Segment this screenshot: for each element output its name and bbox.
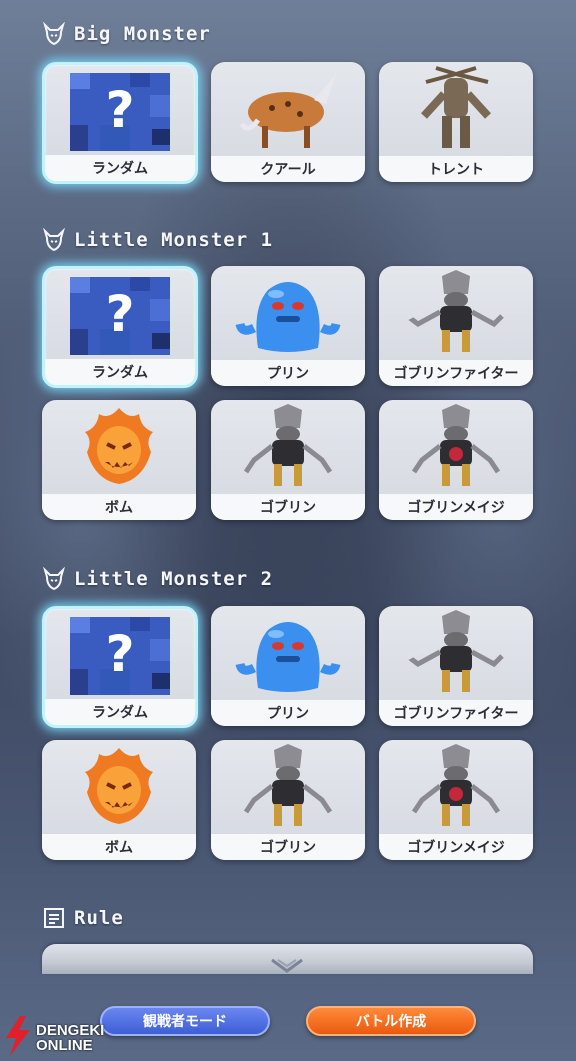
monster-card-flan[interactable]: プリン [211,606,365,726]
rule-list-icon [42,906,66,930]
monster-card-label: ゴブリンファイター [379,700,533,726]
bomb-icon [42,400,196,494]
monster-card-coeurl[interactable]: クアール [211,62,365,182]
section-title: Little Monster 2 [74,568,274,590]
section-title: Big Monster [74,23,211,45]
goblin-fighter-icon [379,606,533,700]
monster-emblem-icon [42,567,66,591]
lightning-logo-icon [2,1016,32,1060]
monster-card-treant[interactable]: トレント [379,62,533,182]
monster-card-goblin-fighter[interactable]: ゴブリンファイター [379,606,533,726]
treant-icon [379,62,533,156]
watermark-line-1: DENGEKI [36,1022,105,1039]
little-monster-2-header: Little Monster 2 [42,567,273,591]
monster-card-label: クアール [211,156,365,182]
random-question-icon: ? [45,609,195,699]
monster-card-label: ゴブリン [211,494,365,520]
goblin-mage-icon [379,740,533,834]
big-monster-header: Big Monster [42,22,211,46]
monster-card-goblin-fighter[interactable]: ゴブリンファイター [379,266,533,386]
monster-card-random[interactable]: ? ランダム [42,606,198,728]
svg-text:?: ? [105,285,134,343]
svg-text:?: ? [105,625,134,683]
monster-card-label: プリン [211,360,365,386]
create-battle-button[interactable]: バトル作成 [306,1006,476,1036]
goblin-icon [211,740,365,834]
flan-icon [211,606,365,700]
bomb-icon [42,740,196,834]
monster-card-random[interactable]: ? ランダム [42,62,198,184]
monster-card-label: ゴブリンメイジ [379,834,533,860]
monster-card-bomb[interactable]: ボム [42,400,196,520]
monster-card-label: ゴブリンファイター [379,360,533,386]
monster-card-label: ボム [42,494,196,520]
monster-emblem-icon [42,22,66,46]
goblin-icon [211,400,365,494]
flan-icon [211,266,365,360]
section-title: Rule [74,907,124,929]
goblin-mage-icon [379,400,533,494]
monster-card-goblin-mage[interactable]: ゴブリンメイジ [379,740,533,860]
little-monster-1-header: Little Monster 1 [42,228,273,252]
spectator-mode-button[interactable]: 観戦者モード [100,1006,270,1036]
monster-card-goblin[interactable]: ゴブリン [211,740,365,860]
monster-card-bomb[interactable]: ボム [42,740,196,860]
goblin-fighter-icon [379,266,533,360]
svg-text:?: ? [105,81,134,139]
monster-card-label: ゴブリンメイジ [379,494,533,520]
monster-card-flan[interactable]: プリン [211,266,365,386]
watermark-line-2: ONLINE [36,1037,93,1054]
chevron-down-icon[interactable] [270,958,304,978]
coeurl-icon [211,62,365,156]
monster-card-random[interactable]: ? ランダム [42,266,198,388]
monster-card-label: ボム [42,834,196,860]
monster-card-goblin-mage[interactable]: ゴブリンメイジ [379,400,533,520]
monster-card-label: ランダム [45,699,195,725]
monster-emblem-icon [42,228,66,252]
monster-card-label: ランダム [45,155,195,181]
monster-card-label: ゴブリン [211,834,365,860]
monster-card-label: トレント [379,156,533,182]
dengeki-online-watermark: DENGEKI ONLINE [2,1016,104,1060]
section-title: Little Monster 1 [74,229,274,251]
random-question-icon: ? [45,269,195,359]
monster-card-goblin[interactable]: ゴブリン [211,400,365,520]
monster-card-label: プリン [211,700,365,726]
random-question-icon: ? [45,65,195,155]
monster-card-label: ランダム [45,359,195,385]
rule-header: Rule [42,906,124,930]
